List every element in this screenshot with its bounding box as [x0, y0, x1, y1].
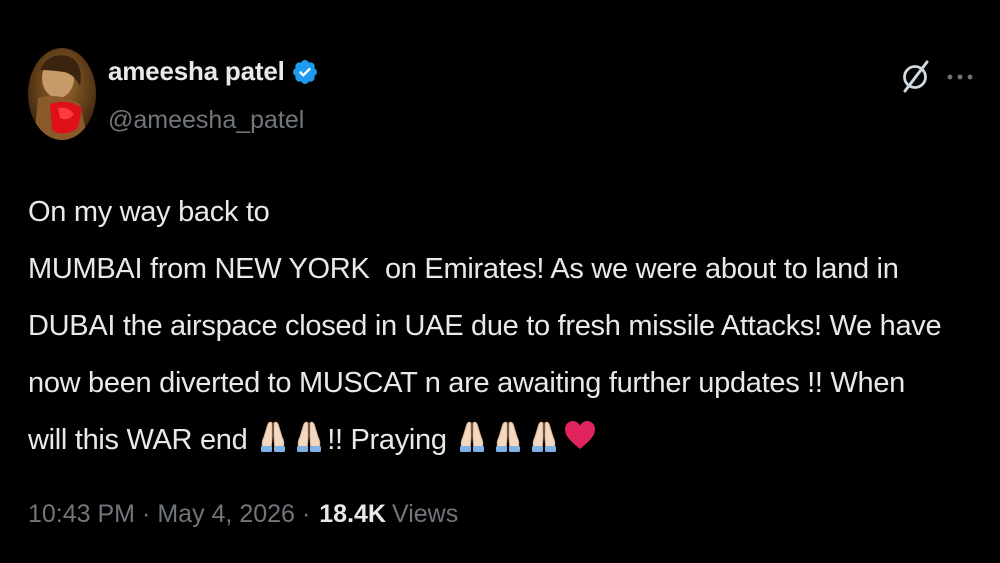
separator: · — [142, 500, 151, 528]
author-handle[interactable]: @ameesha_patel — [108, 106, 304, 135]
red-heart-icon — [562, 416, 598, 452]
tweet-line-with-emoji: will this WAR end !! Praying — [28, 412, 978, 469]
tweet-line: now been diverted to MUSCAT n are awaiti… — [28, 367, 905, 399]
separator: · — [301, 500, 311, 528]
tweet-line: DUBAI the airspace closed in UAE due to … — [28, 310, 942, 342]
display-name[interactable]: ameesha patel — [108, 56, 285, 87]
folded-hands-icon — [526, 416, 562, 452]
folded-hands-icon — [490, 416, 526, 452]
tweet-text: On my way back to MUMBAI from NEW YORK o… — [28, 184, 978, 469]
tweet-line: On my way back to — [28, 196, 270, 228]
views-count[interactable]: 18.4K — [319, 500, 386, 529]
folded-hands-icon — [291, 416, 327, 452]
tweet-line: MUMBAI from NEW YORK on Emirates! As we … — [28, 253, 899, 285]
grok-icon[interactable] — [899, 58, 933, 94]
folded-hands-icon — [454, 416, 490, 452]
tweet-text-segment: will this WAR end — [28, 424, 256, 456]
verified-badge-icon — [291, 58, 319, 86]
views-label: Views — [391, 500, 459, 528]
tweet-meta: 10:43 PM · May 4, 2026 · 18.4K Views — [28, 500, 458, 529]
author-name-row[interactable]: ameesha patel — [108, 56, 319, 87]
tweet-text-segment: !! Praying — [327, 424, 455, 456]
more-dots-icon[interactable] — [946, 70, 974, 82]
tweet-date[interactable]: May 4, 2026 — [157, 500, 295, 529]
tweet-card[interactable]: ameesha patel @ameesha_patel On my way b… — [0, 0, 1000, 563]
tweet-time[interactable]: 10:43 PM — [28, 500, 135, 529]
folded-hands-icon — [255, 416, 291, 452]
avatar[interactable] — [28, 48, 96, 140]
